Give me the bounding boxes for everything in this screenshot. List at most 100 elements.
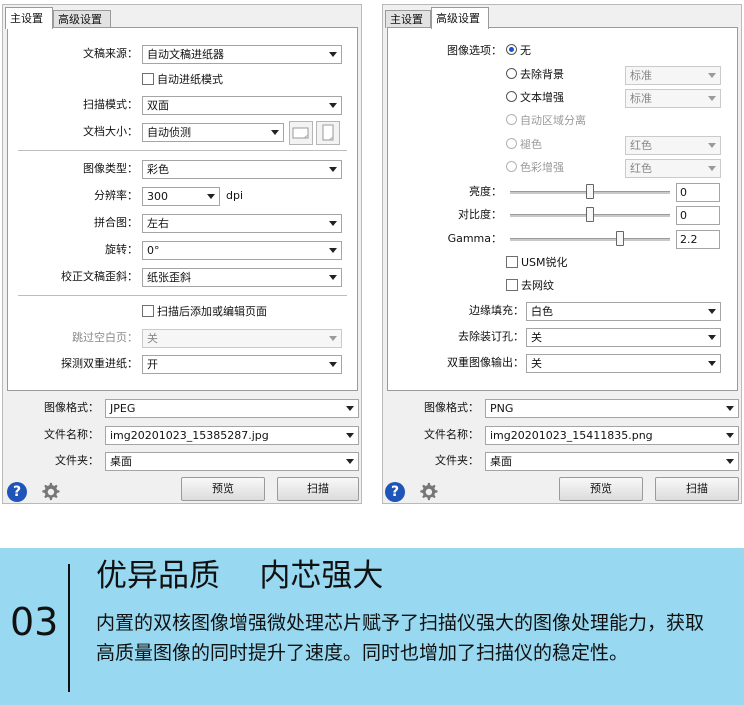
edge-fill-value: 白色 xyxy=(531,305,553,318)
feature-title: 优异品质 内芯强大 xyxy=(96,558,384,594)
contrast-input[interactable]: 0 xyxy=(676,206,720,225)
preview-button[interactable]: 预览 xyxy=(181,477,265,501)
scan-button[interactable]: 扫描 xyxy=(277,477,359,501)
stitch-value: 左右 xyxy=(147,217,169,230)
preview-button[interactable]: 预览 xyxy=(559,477,643,501)
resolution-value: 300 xyxy=(147,190,168,203)
help-icon[interactable]: ? xyxy=(7,482,27,502)
scan-button[interactable]: 扫描 xyxy=(655,477,739,501)
text-enhance-level-dropdown[interactable]: 标准 xyxy=(625,89,721,108)
double-feed-value: 开 xyxy=(147,358,158,371)
source-dropdown[interactable]: 自动文稿进纸器 xyxy=(142,45,342,64)
bg-remove-level-dropdown[interactable]: 标准 xyxy=(625,66,721,85)
checkbox-box[interactable] xyxy=(142,73,154,85)
descreen-checkbox[interactable]: 去网纹 xyxy=(506,278,554,294)
folder-dropdown[interactable]: 桌面 xyxy=(485,452,739,471)
checkbox-box[interactable] xyxy=(142,305,154,317)
main-settings-panel: 主设置 高级设置 文稿来源： 自动文稿进纸器 自动进纸模式 扫描模式： 双面 文… xyxy=(2,4,362,504)
filename-dropdown[interactable]: img20201023_15411835.png xyxy=(485,426,739,445)
option-none-radio[interactable]: 无 xyxy=(506,43,531,59)
text-enhance-radio[interactable]: 文本增强 xyxy=(506,90,564,106)
brightness-slider[interactable] xyxy=(510,184,670,200)
deskew-dropdown[interactable]: 纸张歪斜 xyxy=(142,268,342,287)
tab-main-settings[interactable]: 主设置 xyxy=(5,7,53,29)
contrast-slider[interactable] xyxy=(510,207,670,223)
portrait-orientation-button[interactable] xyxy=(316,121,340,145)
bg-remove-label: 去除背景 xyxy=(520,68,564,81)
contrast-label: 对比度： xyxy=(458,208,502,221)
gear-icon[interactable] xyxy=(417,481,439,503)
image-format-dropdown[interactable]: PNG xyxy=(485,399,739,418)
gamma-input[interactable]: 2.2 xyxy=(676,230,720,249)
slider-track xyxy=(510,238,670,241)
image-format-dropdown[interactable]: JPEG xyxy=(105,399,359,418)
dual-output-dropdown[interactable]: 关 xyxy=(526,354,721,373)
chevron-down-icon xyxy=(726,459,734,464)
color-enhance-color-dropdown[interactable]: 红色 xyxy=(625,159,721,178)
slider-thumb[interactable] xyxy=(616,231,624,246)
auto-area-radio[interactable]: 自动区域分离 xyxy=(506,113,586,129)
rotate-dropdown[interactable]: 0° xyxy=(142,241,342,260)
auto-area-label: 自动区域分离 xyxy=(520,114,586,127)
slider-thumb[interactable] xyxy=(586,207,594,222)
chevron-down-icon xyxy=(708,309,716,314)
advanced-settings-panel: 主设置 高级设置 图像选项： 无 去除背景 标准 文本增强 标准 自动区域分离 … xyxy=(382,4,742,504)
slider-thumb[interactable] xyxy=(586,184,594,199)
double-feed-label: 探测双重进纸： xyxy=(61,357,138,370)
gear-icon[interactable] xyxy=(39,481,61,503)
auto-feed-checkbox[interactable]: 自动进纸模式 xyxy=(142,72,223,88)
radio-dot[interactable] xyxy=(506,114,517,125)
edge-fill-dropdown[interactable]: 白色 xyxy=(526,302,721,321)
gamma-slider[interactable] xyxy=(510,231,670,247)
filename-label: 文件名称： xyxy=(424,428,479,441)
auto-feed-label: 自动进纸模式 xyxy=(157,73,223,86)
add-edit-checkbox[interactable]: 扫描后添加或编辑页面 xyxy=(142,304,267,320)
chevron-down-icon xyxy=(329,167,337,172)
main-settings-content: 文稿来源： 自动文稿进纸器 自动进纸模式 扫描模式： 双面 文档大小： 自动侦测… xyxy=(7,27,358,391)
bg-remove-radio[interactable]: 去除背景 xyxy=(506,67,564,83)
dropout-radio[interactable]: 褪色 xyxy=(506,137,542,153)
image-type-value: 彩色 xyxy=(147,163,169,176)
filename-dropdown[interactable]: img20201023_15385287.jpg xyxy=(105,426,359,445)
tab-advanced-settings[interactable]: 高级设置 xyxy=(431,7,489,29)
color-enhance-radio[interactable]: 色彩增强 xyxy=(506,160,564,176)
portrait-page-icon xyxy=(322,124,334,141)
image-type-dropdown[interactable]: 彩色 xyxy=(142,160,342,179)
folder-dropdown[interactable]: 桌面 xyxy=(105,452,359,471)
punch-hole-dropdown[interactable]: 关 xyxy=(526,328,721,347)
dropout-color-dropdown[interactable]: 红色 xyxy=(625,136,721,155)
brightness-input[interactable]: 0 xyxy=(676,183,720,202)
radio-dot[interactable] xyxy=(506,68,517,79)
stitch-label: 拼合图： xyxy=(94,216,138,229)
color-enhance-label: 色彩增强 xyxy=(520,161,564,174)
landscape-orientation-button[interactable] xyxy=(289,121,313,145)
radio-dot[interactable] xyxy=(506,138,517,149)
folder-value: 桌面 xyxy=(110,455,132,468)
resolution-dropdown[interactable]: 300 xyxy=(142,187,220,206)
separator xyxy=(18,295,347,296)
bg-remove-level-value: 标准 xyxy=(630,69,652,82)
usm-label: USM锐化 xyxy=(521,256,568,269)
checkbox-box[interactable] xyxy=(506,256,518,268)
usm-checkbox[interactable]: USM锐化 xyxy=(506,255,568,271)
folder-label: 文件夹： xyxy=(55,454,99,467)
radio-dot[interactable] xyxy=(506,161,517,172)
double-feed-dropdown[interactable]: 开 xyxy=(142,355,342,374)
descreen-label: 去网纹 xyxy=(521,279,554,292)
rotate-label: 旋转： xyxy=(105,243,138,256)
skip-blank-dropdown[interactable]: 关 xyxy=(142,329,342,348)
doc-size-dropdown[interactable]: 自动侦测 xyxy=(142,123,284,142)
tab-advanced-settings[interactable]: 高级设置 xyxy=(53,10,111,28)
checkbox-box[interactable] xyxy=(506,279,518,291)
scan-mode-dropdown[interactable]: 双面 xyxy=(142,96,342,115)
stitch-dropdown[interactable]: 左右 xyxy=(142,214,342,233)
help-icon[interactable]: ? xyxy=(385,482,405,502)
radio-dot[interactable] xyxy=(506,91,517,102)
chevron-down-icon xyxy=(329,362,337,367)
tab-main-settings[interactable]: 主设置 xyxy=(385,10,431,28)
chevron-down-icon xyxy=(329,221,337,226)
radio-dot[interactable] xyxy=(506,44,517,55)
doc-size-value: 自动侦测 xyxy=(147,126,191,139)
resolution-label: 分辨率： xyxy=(94,189,138,202)
source-label: 文稿来源： xyxy=(83,47,138,60)
